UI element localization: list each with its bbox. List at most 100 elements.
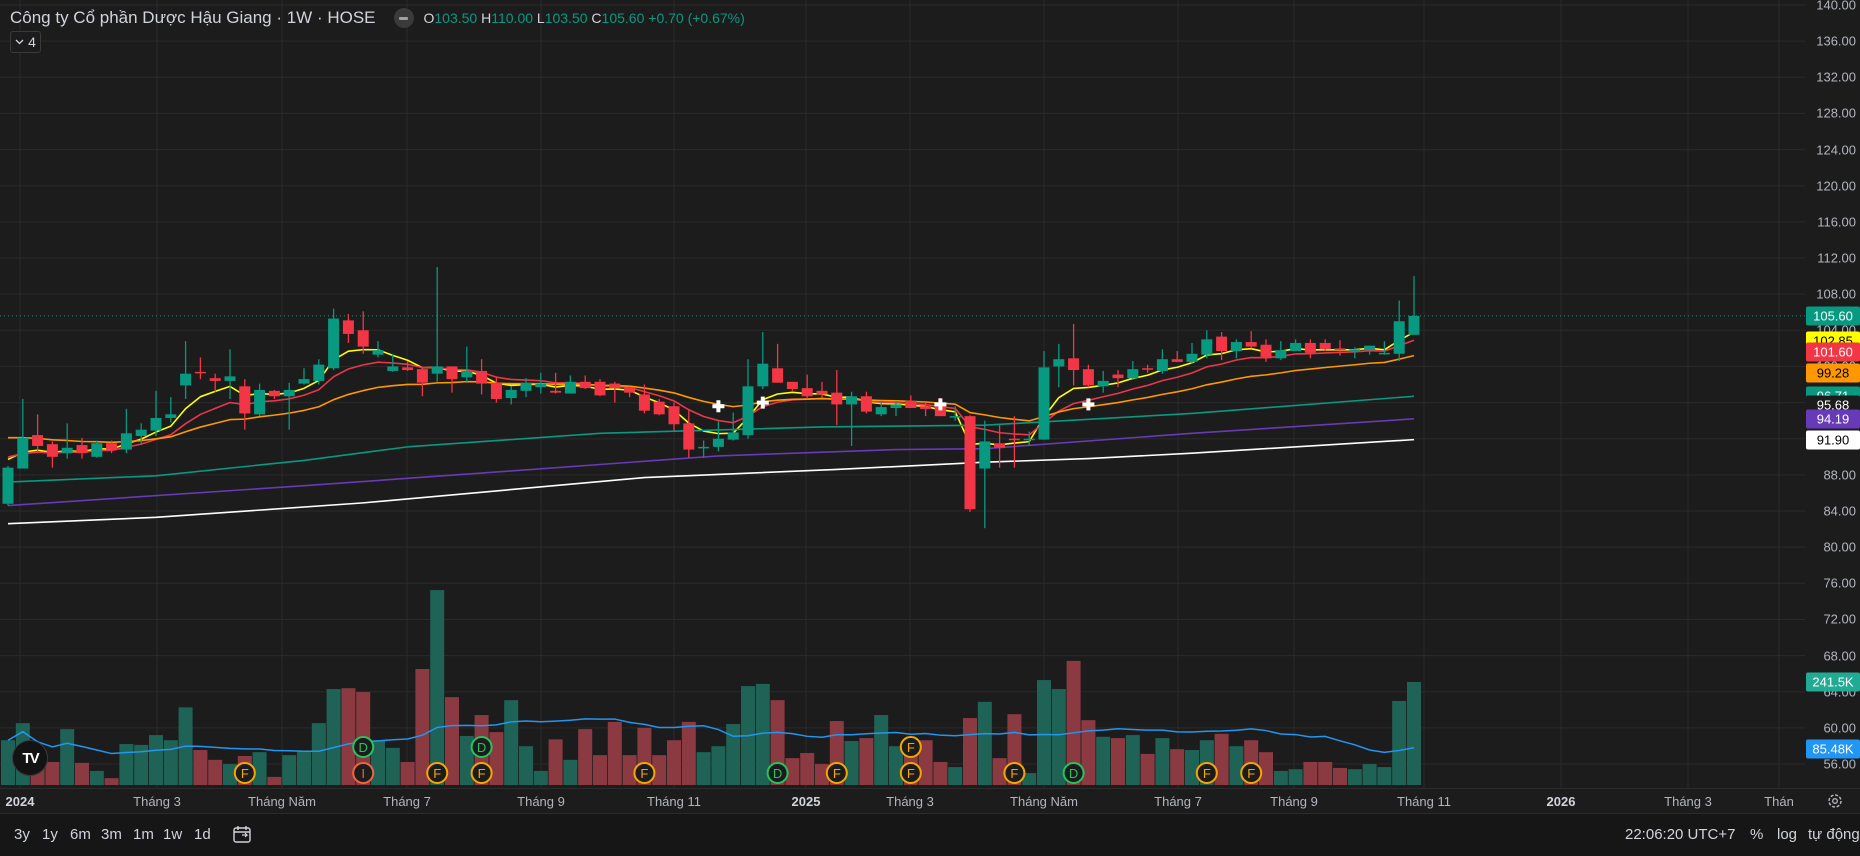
settings-gear-icon[interactable]: [1826, 792, 1844, 810]
event-F-icon[interactable]: F: [233, 762, 256, 784]
calendar-goto-date-icon[interactable]: [232, 824, 252, 844]
volume-bar: [711, 746, 726, 785]
candle: [416, 366, 428, 397]
volume-bar: [45, 761, 60, 785]
candle-body: [1319, 342, 1331, 350]
candle: [1408, 276, 1420, 335]
price-badge-label: 94.19: [1806, 409, 1860, 429]
event-letter: F: [478, 766, 486, 781]
price-change: +0.70 (+0.67%): [648, 10, 745, 26]
clock-timezone[interactable]: 22:06:20 UTC+7: [1625, 826, 1736, 843]
tradingview-logo[interactable]: TV: [12, 740, 48, 776]
hide-legend-button[interactable]: [393, 8, 414, 28]
symbol-title[interactable]: Công ty Cổ phần Dược Hậu Giang · 1W · HO…: [10, 8, 376, 28]
time-axis[interactable]: 2024 Tháng 3 Tháng Năm Tháng 7 Tháng 9 Tháng …: [0, 788, 1860, 813]
candle-body: [905, 400, 917, 409]
time-axis-label: Tháng 3: [133, 794, 181, 809]
chevron-down-icon: [15, 39, 24, 45]
candle-body: [979, 441, 991, 469]
candle-body: [32, 435, 44, 446]
event-F-icon[interactable]: F: [470, 762, 493, 784]
candle-body: [194, 371, 206, 374]
event-F-icon[interactable]: F: [1240, 762, 1263, 784]
time-axis-label: Tháng Năm: [248, 794, 316, 809]
chart-legend: Công ty Cổ phần Dược Hậu Giang · 1W · HO…: [10, 8, 745, 28]
candle: [757, 332, 769, 390]
event-D-icon[interactable]: D: [766, 762, 789, 784]
event-D-icon[interactable]: D: [1062, 762, 1085, 784]
candle: [594, 379, 606, 397]
price-axis[interactable]: 140.00 136.00 132.00 128.00 124.00 120.00 116.…: [1805, 0, 1860, 788]
volume-bar: [563, 759, 578, 785]
candle-body: [624, 387, 636, 393]
range-button-1y[interactable]: 1y: [42, 826, 58, 843]
cross-marker-icon: [712, 400, 725, 413]
candle-body: [180, 373, 192, 386]
candle-body: [446, 366, 458, 380]
event-I-icon[interactable]: I: [352, 762, 375, 784]
candle: [668, 402, 680, 431]
candle-body: [46, 444, 58, 457]
event-F-icon[interactable]: F: [633, 762, 656, 784]
event-F-icon[interactable]: F: [899, 736, 922, 758]
candle-body: [786, 381, 798, 390]
volume-bar: [1037, 680, 1051, 785]
candle-body: [550, 390, 562, 393]
time-axis-label: 2026: [1546, 794, 1576, 809]
volume-bar: [933, 761, 948, 785]
event-F-icon[interactable]: F: [426, 762, 449, 784]
candle: [905, 395, 917, 409]
event-letter: F: [1247, 766, 1255, 781]
volume-bar: [415, 668, 430, 785]
price-tick-label: 72.00: [1823, 611, 1856, 627]
range-button-3m[interactable]: 3m: [101, 826, 122, 843]
candle: [609, 381, 621, 403]
event-D-icon[interactable]: D: [470, 736, 493, 758]
price-chart[interactable]: FDI FDF F D FFF F D F F: [0, 0, 1805, 788]
candle: [120, 408, 132, 454]
volume-bar: [948, 767, 963, 785]
range-button-1m[interactable]: 1m: [133, 826, 154, 843]
event-D-icon[interactable]: D: [352, 736, 375, 758]
volume-bar: [1333, 767, 1347, 785]
price-tick-label: 88.00: [1823, 467, 1856, 483]
event-F-icon[interactable]: F: [1195, 762, 1218, 784]
volume-bar: [149, 735, 163, 785]
candle: [209, 373, 221, 392]
price-badge-label: 91.90: [1806, 430, 1860, 450]
candle-body: [298, 379, 310, 384]
volume-bar: [89, 770, 104, 785]
percent-scale-toggle[interactable]: %: [1750, 826, 1763, 843]
candle-body: [846, 396, 858, 405]
volume-bar: [119, 744, 134, 785]
candle: [2, 465, 14, 506]
auto-scale-toggle[interactable]: tự động: [1808, 826, 1860, 843]
candle: [431, 267, 443, 382]
candle: [150, 390, 162, 437]
candle-body: [1364, 345, 1376, 351]
indicators-toggle-button[interactable]: 4: [10, 31, 41, 53]
candle-body: [165, 414, 177, 418]
volume-bar: [1303, 761, 1318, 785]
log-scale-toggle[interactable]: log: [1777, 826, 1797, 843]
range-button-3y[interactable]: 3y: [14, 826, 30, 843]
event-F-icon[interactable]: F: [899, 762, 922, 784]
candle-body: [579, 381, 591, 389]
range-button-1d[interactable]: 1d: [194, 826, 211, 843]
price-tick-label: 108.00: [1816, 286, 1856, 302]
candle-body: [638, 394, 650, 411]
candle-body: [1230, 342, 1242, 352]
candle-body: [76, 445, 88, 454]
volume-bar: [282, 755, 297, 785]
volume-bar: [1155, 738, 1170, 785]
candle-body: [609, 383, 621, 389]
event-letter: F: [1203, 766, 1211, 781]
time-axis-label: 2025: [791, 794, 821, 809]
range-button-1w[interactable]: 1w: [163, 826, 182, 843]
event-F-icon[interactable]: F: [1003, 762, 1026, 784]
event-F-icon[interactable]: F: [825, 762, 848, 784]
candle: [298, 368, 310, 385]
range-button-6m[interactable]: 6m: [70, 826, 91, 843]
volume-bar: [1318, 761, 1333, 785]
candle: [1142, 364, 1154, 373]
